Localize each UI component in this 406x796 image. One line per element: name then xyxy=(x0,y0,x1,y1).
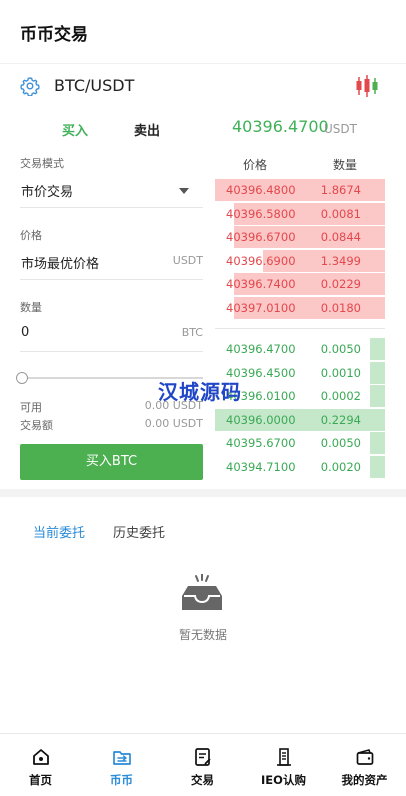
ask-row[interactable]: 40396.6900 1.3499 xyxy=(215,249,385,272)
tab-assets[interactable]: 我的资产 xyxy=(324,734,405,796)
depth-bar xyxy=(369,338,385,360)
tab-home[interactable]: 首页 xyxy=(0,734,81,796)
empty-inbox-icon xyxy=(182,574,222,610)
watermark: 汉城源码 xyxy=(158,380,242,404)
row-quantity: 0.0180 xyxy=(320,301,361,315)
row-quantity: 0.0081 xyxy=(320,206,361,221)
pair-name[interactable]: BTC/USDT xyxy=(54,76,134,95)
wallet-icon xyxy=(356,749,374,765)
tab-exchange-label: 币币 xyxy=(110,773,133,787)
tab-exchange[interactable]: 币币 xyxy=(81,734,162,796)
ieo-icon xyxy=(277,748,291,766)
row-price: 40396.4700 xyxy=(226,342,296,356)
empty-text: 暂无数据 xyxy=(178,628,227,642)
row-price: 40396.0000 xyxy=(226,412,296,427)
depth-bar xyxy=(369,361,385,384)
bid-row[interactable]: 40395.6700 0.0050 xyxy=(215,432,385,455)
amount-label: 交易额 xyxy=(20,419,53,432)
tab-order-history[interactable]: 历史委托 xyxy=(113,522,165,541)
available-label: 可用 xyxy=(20,401,42,414)
ask-row[interactable]: 40397.0100 0.0180 xyxy=(215,297,385,319)
mode-select[interactable]: 市价交易 xyxy=(20,172,203,208)
mode-label: 交易模式 xyxy=(20,157,64,170)
row-price: 40396.5800 xyxy=(226,206,296,221)
price-label: 价格 xyxy=(20,229,42,242)
depth-bar xyxy=(369,385,385,408)
tab-home-label: 首页 xyxy=(29,773,52,787)
tab-trade-label: 交易 xyxy=(191,773,214,787)
bottom-tab-bar: 首页 币币 交易 IEO认购 我的资产 xyxy=(0,733,406,796)
slider-handle[interactable] xyxy=(16,372,28,384)
quantity-value: 0 xyxy=(21,325,30,340)
row-quantity: 1.3499 xyxy=(320,253,361,268)
ask-row[interactable]: 40396.5800 0.0081 xyxy=(215,202,385,225)
tab-assets-label: 我的资产 xyxy=(341,773,388,787)
gear-icon[interactable] xyxy=(20,76,40,96)
row-price: 40396.4800 xyxy=(226,183,296,197)
candlestick-icon[interactable] xyxy=(354,74,380,98)
qty-header: 数量 xyxy=(333,158,358,172)
bid-row[interactable]: 40396.0000 0.2294 xyxy=(215,408,385,431)
row-quantity: 0.0050 xyxy=(320,436,361,451)
last-price-unit: USDT xyxy=(324,122,357,136)
buy-btc-button[interactable]: 买入BTC xyxy=(20,444,203,480)
tab-buy[interactable]: 买入 xyxy=(62,120,88,139)
mode-value: 市价交易 xyxy=(21,185,74,200)
ask-row[interactable]: 40396.7400 0.0229 xyxy=(215,273,385,296)
price-field[interactable]: 市场最优价格 USDT xyxy=(20,244,203,280)
pair-row: BTC/USDT xyxy=(0,64,406,110)
depth-bar xyxy=(369,432,385,455)
price-value: 市场最优价格 xyxy=(21,257,100,272)
app-header: 币币交易 xyxy=(0,0,406,64)
row-price: 40395.6700 xyxy=(226,436,296,451)
bid-row[interactable]: 40396.4700 0.0050 xyxy=(215,338,385,360)
book-divider xyxy=(215,328,385,329)
price-unit: USDT xyxy=(172,254,203,267)
tab-trade[interactable]: 交易 xyxy=(162,734,243,796)
ask-row[interactable]: 40396.4800 1.8674 xyxy=(215,179,385,201)
qty-label: 数量 xyxy=(20,301,42,314)
side-tabs: 买入 卖出 40396.4700 USDT xyxy=(0,116,406,144)
amount-row: 交易额 0.00 USDT xyxy=(20,417,203,433)
row-quantity: 0.2294 xyxy=(320,412,361,427)
row-quantity: 0.0002 xyxy=(320,389,361,404)
ask-row[interactable]: 40396.6700 0.0844 xyxy=(215,226,385,249)
trade-icon xyxy=(195,748,211,766)
quantity-unit: BTC xyxy=(181,326,203,339)
row-price: 40396.6900 xyxy=(226,253,296,268)
bid-row[interactable]: 40394.7100 0.0020 xyxy=(215,456,385,478)
price-header: 价格 xyxy=(243,158,268,172)
row-price: 40397.0100 xyxy=(226,301,296,315)
row-price: 40396.7400 xyxy=(226,277,296,292)
row-quantity: 0.0050 xyxy=(320,342,361,356)
last-price: 40396.4700 xyxy=(232,117,329,136)
chevron-down-icon xyxy=(179,188,189,194)
row-quantity: 0.0229 xyxy=(320,277,361,292)
row-quantity: 0.0020 xyxy=(320,460,361,474)
row-quantity: 0.0844 xyxy=(320,230,361,245)
tab-ieo-label: IEO认购 xyxy=(261,773,306,787)
tab-ieo[interactable]: IEO认购 xyxy=(243,734,324,796)
row-price: 40396.6700 xyxy=(226,230,296,245)
tab-current-orders[interactable]: 当前委托 xyxy=(33,522,85,541)
order-book-header: 价格 数量 xyxy=(215,156,385,172)
row-quantity: 0.0010 xyxy=(320,365,361,380)
page-title: 币币交易 xyxy=(20,25,88,45)
order-tabs: 当前委托 历史委托 xyxy=(0,520,406,542)
amount-value: 0.00 USDT xyxy=(144,417,203,430)
exchange-icon xyxy=(113,751,131,765)
tab-sell[interactable]: 卖出 xyxy=(134,120,160,139)
quantity-field[interactable]: 0 BTC xyxy=(20,316,203,352)
section-divider xyxy=(0,489,406,497)
row-price: 40394.7100 xyxy=(226,460,296,474)
depth-bar xyxy=(369,456,385,478)
home-icon xyxy=(33,749,49,765)
row-quantity: 1.8674 xyxy=(320,183,361,197)
